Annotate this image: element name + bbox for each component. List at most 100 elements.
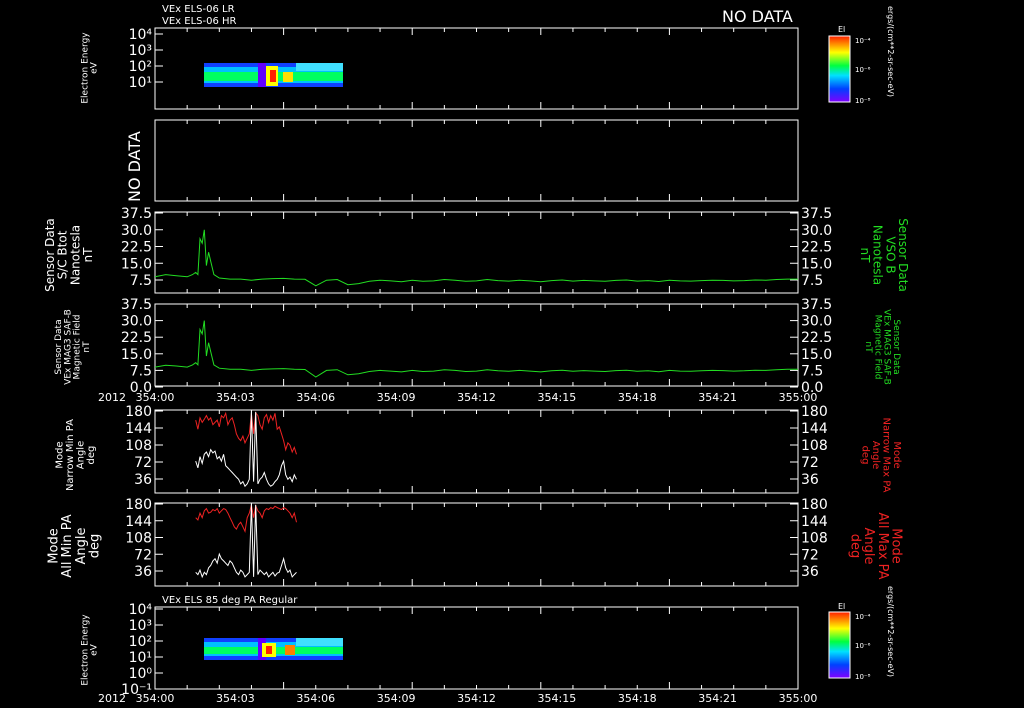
- colorbar-7-title: El: [838, 602, 845, 611]
- time-label-top-0: 354:00: [136, 391, 175, 404]
- panel-5-ylabel-right-4: 36: [801, 472, 819, 488]
- panel-4-ylabel-right-3: 15.0: [801, 347, 832, 363]
- panel-6-ylabel-left-3: 72: [134, 547, 152, 563]
- panel-4-ylabel-left-2: 22.5: [121, 330, 152, 346]
- panel-5-right-label-line-2: Angle: [870, 441, 881, 469]
- panel-4-ylabel-right-0: 37.5: [801, 297, 832, 313]
- panel-3-ylabel-right-4: 7.5: [801, 273, 823, 289]
- year-label-bottom: 2012: [98, 692, 126, 705]
- panel-3-ylabel-right-3: 15.0: [801, 256, 832, 272]
- time-label-bottom-2: 354:06: [296, 692, 335, 705]
- time-label-bottom-6: 354:18: [618, 692, 657, 705]
- time-label-bottom-4: 354:12: [457, 692, 496, 705]
- panel-3-right-label-line-3: nT: [858, 248, 872, 264]
- panel-6-ylabel-left-1: 144: [125, 514, 152, 530]
- panel-4-ylabel-left-4: 7.5: [130, 363, 152, 379]
- panel-7-ylabel-left-3: 10¹: [129, 650, 152, 666]
- panel-4-ylabel-right-2: 22.5: [801, 330, 832, 346]
- panel-1-ylabel-left-0: 10⁴: [129, 27, 153, 43]
- panel-4-right-label-line-3: nT: [863, 341, 873, 353]
- panel-6-right-label-line-3: deg: [848, 534, 863, 559]
- panel-6-left-label-line-3: deg: [87, 534, 102, 559]
- panel-5-right-label-line-3: deg: [859, 446, 870, 465]
- panel-5-ylabel-left-2: 108: [125, 438, 152, 454]
- colorbar-1-units: ergs/(cm**2-sr-sec-eV): [886, 6, 895, 97]
- panel-4-ylabel-right-4: 7.5: [801, 363, 823, 379]
- time-label-top-6: 354:18: [618, 391, 657, 404]
- colorbar-7-tick-2: 10⁻⁸: [855, 673, 871, 681]
- header-no-data: NO DATA: [722, 7, 793, 26]
- colorbar-1-tick-1: 10⁻⁶: [855, 66, 871, 74]
- panel-1-ylabel-left-2: 10²: [129, 59, 152, 75]
- year-label-top: 2012: [98, 391, 126, 404]
- time-label-top-8: 355:00: [779, 391, 818, 404]
- panel-5-ylabel-right-2: 108: [801, 438, 828, 454]
- colorbar-7-units: ergs/(cm**2-sr-sec-eV): [886, 586, 895, 677]
- time-label-bottom-5: 354:15: [538, 692, 577, 705]
- panel-4-ylabel-left-3: 15.0: [121, 347, 152, 363]
- panel-6-ylabel-right-2: 108: [801, 531, 828, 547]
- time-label-top-3: 354:09: [377, 391, 416, 404]
- panel-4-ylabel-right-1: 30.0: [801, 314, 832, 330]
- colorbar-1-title: El: [838, 25, 845, 34]
- panel-4-ylabel-left-0: 37.5: [121, 297, 152, 313]
- panel-3-ylabel-left-1: 30.0: [121, 223, 152, 239]
- panel-5-left-label-line-2: Angle: [75, 441, 86, 469]
- panel-5-left-label-line-0: Mode: [54, 441, 65, 468]
- panel-7-spectrogram: [204, 638, 343, 660]
- panel-3-ylabel-right-2: 22.5: [801, 240, 832, 256]
- time-label-bottom-7: 354:21: [698, 692, 737, 705]
- panel-3-ylabel-left-4: 7.5: [130, 273, 152, 289]
- header-title-hr: VEx ELS-06 HR: [162, 16, 237, 27]
- panel-5-ylabel-left-0: 180: [125, 404, 152, 420]
- plot-stage: VEx ELS-06 LR VEx ELS-06 HR NO DATA NO D…: [0, 0, 1024, 708]
- colorbar-1-tick-2: 10⁻⁸: [855, 97, 871, 105]
- panel-6-ylabel-left-2: 108: [125, 531, 152, 547]
- multi-panel-plot: VEx ELS-06 LR VEx ELS-06 HR NO DATA NO D…: [0, 0, 1024, 708]
- panel-7-label-line-1: eV: [90, 643, 100, 656]
- panel-7-title: VEx ELS 85 deg PA Regular: [162, 595, 298, 606]
- panel-6-ylabel-left-4: 36: [134, 564, 152, 580]
- panel-5-ylabel-right-0: 180: [801, 404, 828, 420]
- panel-7-ylabel-left-4: 10⁰: [129, 666, 153, 682]
- time-label-top-7: 354:21: [698, 391, 737, 404]
- panel-5-ylabel-left-4: 36: [134, 472, 152, 488]
- time-label-top-5: 354:15: [538, 391, 577, 404]
- panel-7-ylabel-left-0: 10⁴: [129, 602, 153, 618]
- panel-3-ylabel-left-2: 22.5: [121, 240, 152, 256]
- panel-5-left-label-line-3: deg: [86, 446, 97, 465]
- panel-3-ylabel-left-0: 37.5: [121, 206, 152, 222]
- time-label-bottom-0: 354:00: [136, 692, 175, 705]
- panel-5-ylabel-right-1: 144: [801, 421, 828, 437]
- time-label-top-1: 354:03: [216, 391, 255, 404]
- colorbar-7-tick-0: 10⁻⁴: [855, 613, 871, 621]
- time-label-top-2: 354:06: [296, 391, 335, 404]
- time-label-bottom-8: 355:00: [779, 692, 818, 705]
- panel-5-ylabel-left-3: 72: [134, 455, 152, 471]
- panel-5-ylabel-left-1: 144: [125, 421, 152, 437]
- panel-7-ylabel-left-2: 10²: [129, 634, 152, 650]
- time-label-top-4: 354:12: [457, 391, 496, 404]
- panel-2-no-data: NO DATA: [125, 131, 144, 202]
- panel-6-ylabel-right-1: 144: [801, 514, 828, 530]
- panel-6-ylabel-right-3: 72: [801, 547, 819, 563]
- panel-1-ylabel-left-3: 10¹: [129, 75, 152, 91]
- panel-5-ylabel-right-3: 72: [801, 455, 819, 471]
- panel-6-ylabel-right-0: 180: [801, 497, 828, 513]
- time-label-bottom-3: 354:09: [377, 692, 416, 705]
- colorbar-1-tick-0: 10⁻⁴: [855, 37, 871, 45]
- panel-1-label-line-1: eV: [90, 61, 100, 74]
- panel-5-left-label-line-1: Narrow Min PA: [65, 419, 76, 491]
- panel-3-ylabel-right-0: 37.5: [801, 206, 832, 222]
- panel-1-spectrogram: [204, 63, 343, 87]
- panel-5-right-label-line-0: Mode: [891, 441, 902, 468]
- time-label-bottom-1: 354:03: [216, 692, 255, 705]
- panel-4-left-label-line-3: nT: [82, 341, 92, 353]
- panel-6-ylabel-right-4: 36: [801, 564, 819, 580]
- colorbar-7-tick-1: 10⁻⁶: [855, 642, 871, 650]
- panel-3-ylabel-left-3: 15.0: [121, 256, 152, 272]
- header-title-lr: VEx ELS-06 LR: [162, 4, 235, 15]
- panel-7-ylabel-left-1: 10³: [129, 618, 152, 634]
- panel-5-right-label-line-1: Narrow Max PA: [880, 418, 891, 493]
- panel-6-ylabel-left-0: 180: [125, 497, 152, 513]
